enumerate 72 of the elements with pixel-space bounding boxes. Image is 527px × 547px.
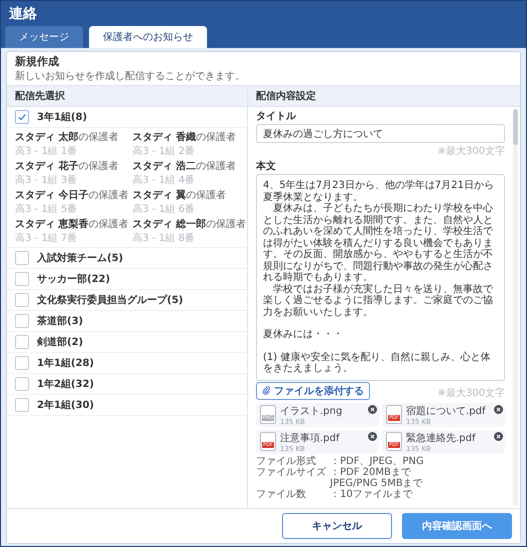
remove-icon[interactable] — [494, 404, 503, 414]
group-label[interactable]: 3年1組(8) — [37, 110, 88, 124]
member-detail: 高3 - 1組 2番 — [132, 144, 196, 158]
member-name: スタディ 翼の保護者 — [132, 188, 227, 202]
member-detail: 高3 - 1組 7番 — [15, 232, 78, 245]
footer-button[interactable]: キャンセル — [282, 513, 392, 539]
character-limit: ※最大300文字 — [438, 386, 505, 400]
group-label[interactable]: 2年1組(30) — [37, 398, 94, 412]
field-label: 本文 — [256, 160, 277, 173]
note-label: ファイル数 — [256, 488, 307, 500]
body-paragraph: (1) 健康や安全に気を配り、自然に親しみ、心と体をきたえましょう。 — [263, 350, 492, 374]
body-paragraph: 4、5年生は7月23日から、他の学年は7月21日から夏季休業となります。 — [263, 180, 495, 202]
member-detail: 高3 - 1組 6番 — [132, 202, 196, 216]
member-name: スタディ 太郎の保護者 — [15, 130, 120, 144]
note-value: ：PDF、JPEG、PNG — [330, 456, 425, 466]
member-name: スタディ 恵梨香の保護者 — [15, 218, 128, 231]
remove-icon[interactable] — [368, 432, 377, 440]
character-limit: ※最大300文字 — [438, 144, 505, 158]
checkbox[interactable] — [15, 398, 29, 412]
checkbox[interactable] — [15, 110, 29, 124]
member-detail: 高3 - 1組 4番 — [132, 174, 196, 187]
note-label: ファイル形式 — [256, 456, 317, 466]
group-label[interactable]: 剣道部(2) — [37, 335, 84, 349]
member-name: スタディ 花子の保護者 — [15, 160, 120, 173]
paperclip-icon — [262, 386, 271, 395]
note-value: JPEG/PNG 5MBまで — [330, 478, 424, 488]
member-detail: 高3 - 1組 5番 — [15, 202, 78, 216]
section-title: 配信内容設定 — [256, 91, 316, 102]
checkbox[interactable] — [15, 377, 29, 391]
note-label: ファイルサイズ — [256, 466, 326, 480]
note-value: ：10ファイルまで — [330, 488, 414, 500]
member-name: スタディ 今日子の保護者 — [15, 188, 128, 202]
checkbox[interactable] — [15, 272, 29, 286]
file-name: 緊急連絡先.pdf — [406, 432, 476, 444]
field-label: タイトル — [256, 110, 298, 123]
tab[interactable]: 保護者へのお知らせ — [89, 26, 207, 48]
form-subtitle: 新しいお知らせを作成し配信することができます。 — [15, 70, 246, 83]
note-value: ：PDF 20MBまで — [330, 466, 412, 478]
group-label[interactable]: 1年2組(32) — [37, 377, 94, 391]
file-name: 宿題について.pdf — [406, 404, 486, 418]
scrollbar[interactable] — [513, 109, 518, 506]
tab[interactable]: メッセージ — [5, 26, 83, 48]
remove-icon[interactable] — [494, 432, 503, 440]
member-detail: 高3 - 1組 3番 — [15, 174, 78, 187]
group-label[interactable]: 1年1組(28) — [37, 356, 94, 370]
form-title: 新規作成 — [15, 54, 60, 69]
body-field[interactable] — [256, 174, 505, 380]
member-name: スタディ 浩二の保護者 — [132, 160, 237, 173]
check-icon — [17, 112, 27, 122]
member-detail: 高3 - 1組 8番 — [132, 232, 196, 245]
group-label[interactable]: 茶道部(3) — [37, 314, 84, 328]
body-paragraph: 夏休みは、子どもたちが長期にわたり学校を中心とした生活から離れる期間です。また、自然や人とのふれあいを深めて人間性を培ったり、学校生活では得がたい体験を積んだりする良い機会でもあります。その反面、開放感から、ややもすると生活が不規則になりがちで、問題行動や事故の発生が心配される時期でもあります。 — [263, 203, 494, 284]
file-name: 注意事項.pdf — [280, 432, 340, 444]
attach-file-button[interactable]: ファイルを添付する — [256, 382, 370, 400]
member-name: スタディ 総一郎の保護者 — [132, 217, 246, 231]
group-label[interactable]: サッカー部(22) — [37, 272, 110, 286]
checkbox[interactable] — [15, 293, 29, 307]
group-label[interactable]: 入試対策チーム(5) — [37, 251, 124, 265]
section-title: 配信先選択 — [15, 91, 65, 102]
checkbox[interactable] — [15, 251, 29, 265]
body-paragraph: 学校ではお子様が充実した日々を送り、無事故で楽しく過ごせるように指導します。ご家庭でのご協力をお願いいたします。 — [263, 284, 494, 318]
file-name: イラスト.png — [280, 404, 342, 418]
page-title: 連絡 — [9, 6, 37, 22]
checkbox[interactable] — [15, 314, 29, 328]
member-name: スタディ 香織の保護者 — [132, 130, 237, 144]
group-label[interactable]: 文化祭実行委員担当グループ(5) — [37, 293, 184, 307]
body-paragraph: 夏休みには・・・ — [263, 328, 344, 340]
remove-icon[interactable] — [368, 404, 377, 414]
title-field[interactable]: 夏休みの過ごし方について — [256, 124, 505, 143]
checkbox[interactable] — [15, 335, 29, 349]
member-detail: 高3 - 1組 1番 — [15, 144, 78, 158]
checkbox[interactable] — [15, 356, 29, 370]
